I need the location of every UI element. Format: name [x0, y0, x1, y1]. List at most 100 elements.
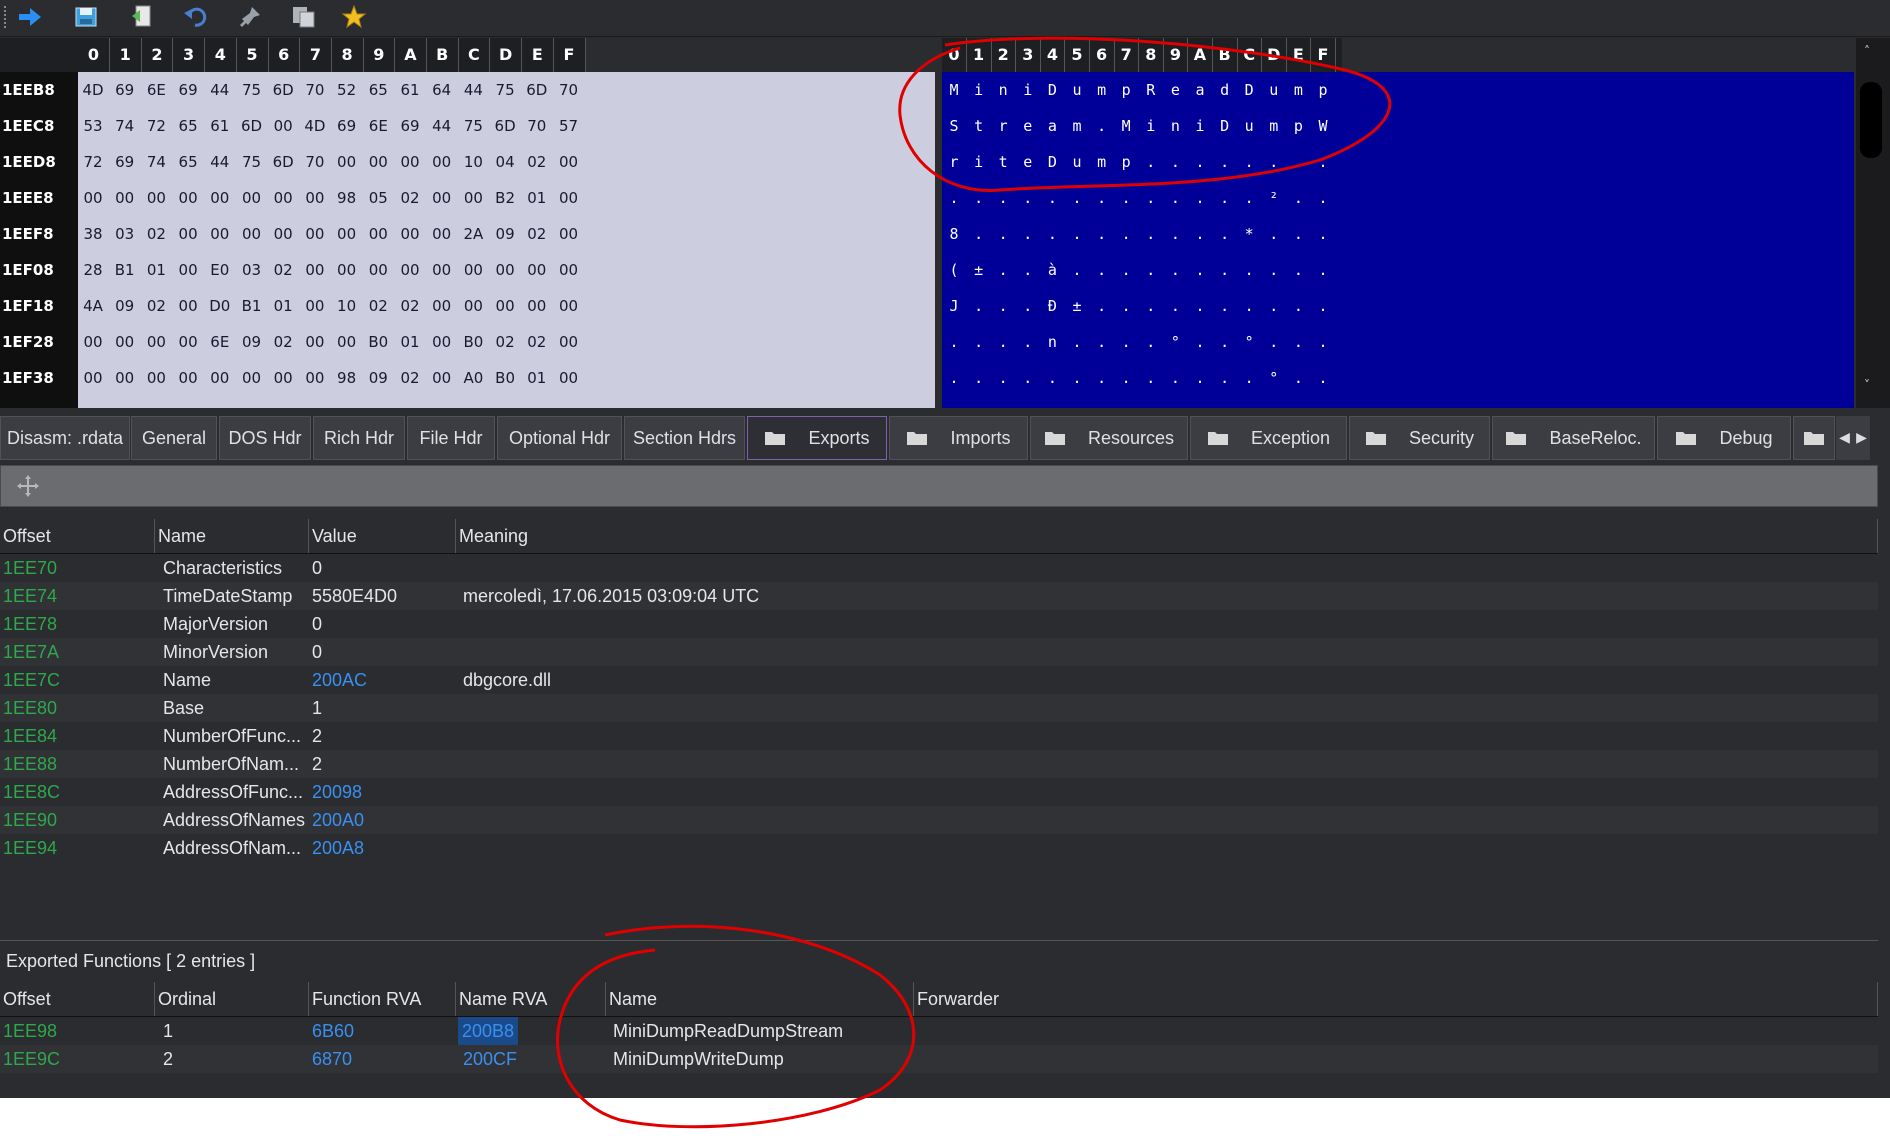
ascii-char[interactable]: . [1091, 324, 1113, 360]
tab-more[interactable] [1793, 416, 1835, 460]
hex-byte[interactable]: 69 [110, 72, 140, 108]
hex-byte[interactable]: 00 [427, 252, 457, 288]
ascii-char[interactable]: u [1238, 108, 1260, 144]
ascii-char[interactable]: W [1312, 108, 1334, 144]
ascii-char[interactable]: 8 [943, 216, 965, 252]
hex-byte[interactable]: 00 [300, 180, 330, 216]
ascii-char[interactable]: . [1066, 252, 1088, 288]
hex-byte[interactable]: 00 [395, 252, 425, 288]
hex-byte[interactable]: 02 [141, 288, 171, 324]
tab-optional-hdr[interactable]: Optional Hdr [497, 416, 622, 460]
cell-name-rva[interactable]: 200B8 [458, 1017, 519, 1045]
ascii-char[interactable]: * [1238, 216, 1260, 252]
ascii-char[interactable]: p [1312, 72, 1334, 108]
ascii-char[interactable]: m [1066, 108, 1088, 144]
hex-byte[interactable]: B1 [110, 252, 140, 288]
hex-byte[interactable]: 72 [78, 144, 108, 180]
ascii-char[interactable]: a [1189, 72, 1211, 108]
hex-byte[interactable]: 69 [110, 144, 140, 180]
hex-byte[interactable]: B1 [237, 288, 267, 324]
hex-byte[interactable]: 61 [205, 108, 235, 144]
hex-byte[interactable]: 00 [205, 360, 235, 396]
hex-byte[interactable]: 00 [300, 216, 330, 252]
hex-byte[interactable]: 44 [427, 108, 457, 144]
ascii-char[interactable]: p [1115, 144, 1137, 180]
ascii-char[interactable]: . [1312, 216, 1334, 252]
hex-byte[interactable]: 00 [300, 360, 330, 396]
hex-byte[interactable]: B0 [490, 360, 520, 396]
ascii-char[interactable]: . [943, 360, 965, 396]
hex-byte[interactable]: 00 [490, 288, 520, 324]
ascii-char[interactable]: D [1041, 144, 1063, 180]
hex-byte[interactable]: 69 [332, 108, 362, 144]
ascii-char[interactable]: . [1214, 180, 1236, 216]
hex-byte[interactable]: 00 [395, 144, 425, 180]
ascii-char[interactable]: . [968, 288, 990, 324]
tab-scroll-right-icon[interactable]: ▶ [1856, 430, 1867, 446]
column-header-forwarder[interactable]: Forwarder [914, 982, 1878, 1016]
column-header-meaning[interactable]: Meaning [456, 519, 1878, 553]
undo-button[interactable] [180, 2, 212, 32]
hex-byte[interactable]: 65 [363, 72, 393, 108]
ascii-char[interactable]: . [1214, 360, 1236, 396]
hex-byte[interactable]: 00 [554, 324, 584, 360]
ascii-char[interactable]: . [1214, 288, 1236, 324]
hex-byte[interactable]: 00 [395, 216, 425, 252]
hex-byte[interactable]: 00 [78, 180, 108, 216]
hex-byte[interactable]: 53 [78, 108, 108, 144]
ascii-char[interactable]: . [1238, 252, 1260, 288]
ascii-char[interactable]: . [1287, 144, 1309, 180]
ascii-char[interactable]: . [992, 180, 1014, 216]
tab-imports[interactable]: Imports [889, 416, 1028, 460]
ascii-char[interactable]: m [1287, 72, 1309, 108]
hex-byte[interactable]: 00 [554, 180, 584, 216]
column-header-value[interactable]: Value [309, 519, 456, 553]
ascii-char[interactable]: M [1115, 108, 1137, 144]
ascii-char[interactable]: . [968, 360, 990, 396]
hex-byte[interactable]: 00 [110, 360, 140, 396]
ascii-char[interactable]: n [992, 72, 1014, 108]
hex-byte[interactable]: 00 [237, 216, 267, 252]
ascii-char[interactable]: . [1238, 180, 1260, 216]
hex-byte[interactable]: 6E [205, 324, 235, 360]
hex-byte[interactable]: 02 [141, 216, 171, 252]
column-header-ordinal[interactable]: Ordinal [155, 982, 309, 1016]
ascii-char[interactable]: . [1091, 180, 1113, 216]
ascii-char[interactable]: . [1041, 360, 1063, 396]
hex-byte[interactable]: 00 [458, 180, 488, 216]
hex-byte[interactable]: 00 [268, 180, 298, 216]
hex-byte[interactable]: 02 [490, 324, 520, 360]
ascii-char[interactable]: e [1017, 108, 1039, 144]
hex-byte[interactable]: 00 [237, 360, 267, 396]
hex-byte[interactable]: 69 [395, 108, 425, 144]
ascii-char[interactable]: r [992, 108, 1014, 144]
hex-byte[interactable]: 69 [173, 72, 203, 108]
hex-byte[interactable]: 02 [522, 216, 552, 252]
cell-value[interactable]: 20098 [312, 778, 362, 806]
hex-byte[interactable]: 00 [427, 180, 457, 216]
table-row[interactable]: 1EE78 MajorVersion 0 [0, 610, 1878, 638]
hex-byte[interactable]: 00 [173, 360, 203, 396]
ascii-char[interactable]: t [968, 108, 990, 144]
hex-byte[interactable]: 00 [363, 216, 393, 252]
ascii-char[interactable]: . [968, 180, 990, 216]
ascii-char[interactable]: . [1066, 324, 1088, 360]
hex-byte[interactable]: 00 [268, 360, 298, 396]
hex-byte[interactable]: B0 [458, 324, 488, 360]
ascii-char[interactable]: . [1312, 252, 1334, 288]
ascii-char[interactable]: . [1263, 252, 1285, 288]
tab-basereloc[interactable]: BaseReloc. [1492, 416, 1655, 460]
hex-byte[interactable]: 09 [237, 324, 267, 360]
ascii-char[interactable]: . [1091, 288, 1113, 324]
tab-section-hdrs[interactable]: Section Hdrs [624, 416, 745, 460]
hex-vertical-scrollbar[interactable]: ˄ ˅ [1856, 38, 1890, 408]
hex-byte[interactable]: 00 [205, 180, 235, 216]
ascii-char[interactable]: . [1115, 216, 1137, 252]
cell-value[interactable]: 200AC [312, 666, 367, 694]
hex-byte[interactable]: 00 [332, 216, 362, 252]
table-row[interactable]: 1EE7A MinorVersion 0 [0, 638, 1878, 666]
hex-byte[interactable]: 70 [300, 144, 330, 180]
export-button[interactable] [126, 2, 158, 32]
ascii-char[interactable]: D [1238, 72, 1260, 108]
ascii-char[interactable]: . [1312, 324, 1334, 360]
